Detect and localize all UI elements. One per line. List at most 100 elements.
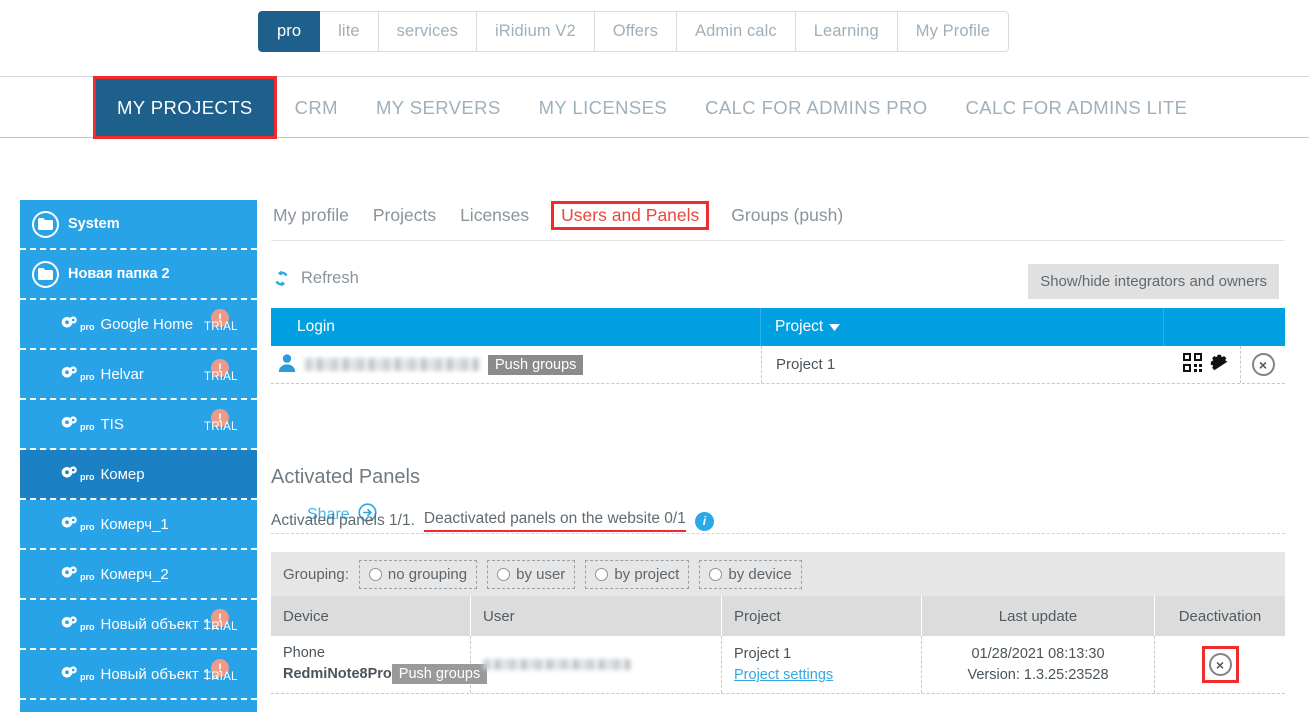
radio-by-user[interactable]: by user bbox=[487, 560, 575, 589]
sidebar-item-label: Комерч_2 bbox=[101, 566, 169, 583]
deactivate-highlight: × bbox=[1205, 649, 1236, 680]
trial-badge-label: TRIAL bbox=[204, 321, 238, 333]
nav-item-label: CALC FOR ADMINS PRO bbox=[705, 97, 927, 119]
sidebar-item-google-home[interactable]: pro Google Home ! TRIAL bbox=[20, 300, 257, 350]
trial-badge: ! TRIAL bbox=[204, 609, 248, 639]
panel-user-cell bbox=[471, 636, 722, 693]
sidebar-item-label: Google Home bbox=[101, 316, 194, 333]
sidebar-item-tis[interactable]: pro TIS ! TRIAL bbox=[20, 400, 257, 450]
nav-item-label: MY LICENSES bbox=[539, 97, 667, 119]
sidebar-item-komerch-2[interactable]: pro Комерч_2 bbox=[20, 550, 257, 600]
gear-pro-label: pro bbox=[80, 622, 95, 633]
panel-last-update-cell: 01/28/2021 08:13:30 Version: 1.3.25:2352… bbox=[922, 636, 1155, 693]
nav-item-my-servers[interactable]: MY SERVERS bbox=[357, 77, 520, 138]
close-icon: × bbox=[1259, 358, 1267, 372]
product-tab-lite[interactable]: lite bbox=[320, 11, 379, 52]
project-sidebar: System Новая папка 2 pro Google Home ! T… bbox=[20, 200, 257, 712]
user-actions-cell bbox=[1164, 346, 1240, 383]
push-groups-button[interactable]: Push groups bbox=[488, 355, 583, 375]
radio-no-grouping[interactable]: no grouping bbox=[359, 560, 477, 589]
sidebar-item-komer[interactable]: pro Комер bbox=[20, 450, 257, 500]
sidebar-item-label: Комер bbox=[101, 466, 145, 483]
product-tab-label: Offers bbox=[613, 22, 658, 41]
sidebar-item-novyy-obekt-13[interactable]: pro Новый объект 13 ! TRIAL bbox=[20, 650, 257, 700]
product-tab-admin-calc[interactable]: Admin calc bbox=[677, 11, 796, 52]
tab-projects[interactable]: Projects bbox=[371, 203, 438, 228]
refresh-button[interactable]: Refresh bbox=[271, 268, 359, 289]
panel-deactivation-cell: × bbox=[1155, 636, 1285, 693]
nav-item-calc-for-admins-lite[interactable]: CALC FOR ADMINS LITE bbox=[947, 77, 1207, 138]
sidebar-item-label: Новая папка 2 bbox=[68, 266, 170, 282]
device-name: RedmiNote8Pro bbox=[283, 666, 392, 682]
gear-pro-icon: pro bbox=[60, 316, 95, 333]
nav-item-label: MY PROJECTS bbox=[117, 97, 253, 119]
close-icon: × bbox=[1216, 658, 1224, 672]
product-tab-pro[interactable]: pro bbox=[258, 11, 320, 52]
last-update-timestamp: 01/28/2021 08:13:30 bbox=[971, 646, 1104, 662]
product-tab-iridium-v2[interactable]: iRidium V2 bbox=[477, 11, 595, 52]
sidebar-item-helvar[interactable]: pro Helvar ! TRIAL bbox=[20, 350, 257, 400]
gear-pro-label: pro bbox=[80, 572, 95, 583]
column-header-project[interactable]: Project bbox=[761, 308, 1164, 346]
product-tab-learning[interactable]: Learning bbox=[796, 11, 898, 52]
user-project-cell: Project 1 bbox=[761, 346, 1164, 383]
product-tab-my-profile[interactable]: My Profile bbox=[898, 11, 1009, 52]
product-tab-services[interactable]: services bbox=[379, 11, 477, 52]
tab-users-and-panels[interactable]: Users and Panels bbox=[551, 201, 709, 230]
folder-icon bbox=[32, 261, 59, 288]
sidebar-item-novaya-papka-2[interactable]: Новая папка 2 bbox=[20, 250, 257, 300]
radio-dot-icon bbox=[497, 568, 510, 581]
column-header-deactivation: Deactivation bbox=[1155, 596, 1285, 636]
push-groups-label: Push groups bbox=[399, 666, 480, 682]
version-label: Version: 1.3.25:23528 bbox=[967, 667, 1108, 683]
project-settings-link[interactable]: Project settings bbox=[734, 667, 921, 683]
info-icon[interactable]: i bbox=[695, 512, 714, 531]
remove-user-button[interactable]: × bbox=[1252, 353, 1275, 376]
product-tab-offers[interactable]: Offers bbox=[595, 11, 677, 52]
panels-summary-deactivated: Deactivated panels on the website 0/1 bbox=[424, 510, 686, 532]
tab-groups-push[interactable]: Groups (push) bbox=[729, 203, 845, 228]
product-tab-label: pro bbox=[277, 22, 301, 41]
panel-project-cell: Project 1 Project settings bbox=[722, 636, 922, 693]
nav-item-label: MY SERVERS bbox=[376, 97, 501, 119]
main-navigation: MY PROJECTS CRM MY SERVERS MY LICENSES C… bbox=[0, 76, 1309, 138]
project-name: Project 1 bbox=[734, 646, 921, 662]
tab-licenses[interactable]: Licenses bbox=[458, 203, 531, 228]
sidebar-item-label: Helvar bbox=[101, 366, 144, 383]
trial-badge: ! TRIAL bbox=[204, 309, 248, 339]
chevron-down-icon bbox=[829, 318, 840, 336]
nav-item-my-projects[interactable]: MY PROJECTS bbox=[94, 77, 276, 138]
tab-label: Licenses bbox=[460, 205, 529, 225]
column-header-label: Last update bbox=[999, 608, 1077, 625]
sidebar-item-system[interactable]: System bbox=[20, 200, 257, 250]
deactivate-panel-button[interactable]: × bbox=[1209, 653, 1232, 676]
nav-item-label: CALC FOR ADMINS LITE bbox=[966, 97, 1188, 119]
gear-pro-icon: pro bbox=[60, 666, 95, 683]
activated-panels-summary: Activated panels 1/1. Deactivated panels… bbox=[271, 510, 714, 532]
radio-dot-icon bbox=[595, 568, 608, 581]
qr-code-icon[interactable] bbox=[1183, 353, 1202, 376]
column-header-project: Project bbox=[722, 596, 922, 636]
nav-item-my-licenses[interactable]: MY LICENSES bbox=[520, 77, 686, 138]
content-area: My profile Projects Licenses Users and P… bbox=[271, 196, 1291, 234]
tab-label: My profile bbox=[273, 205, 349, 225]
show-hide-integrators-button[interactable]: Show/hide integrators and owners bbox=[1028, 264, 1279, 299]
column-header-device: Device bbox=[271, 596, 471, 636]
gear-icon[interactable] bbox=[1209, 352, 1230, 377]
product-tab-label: Learning bbox=[814, 22, 879, 41]
column-header-label: User bbox=[483, 608, 515, 625]
radio-dot-icon bbox=[369, 568, 382, 581]
push-groups-label: Push groups bbox=[495, 357, 576, 373]
tab-my-profile[interactable]: My profile bbox=[271, 203, 351, 228]
product-tabs: pro lite services iRidium V2 Offers Admi… bbox=[258, 11, 1009, 52]
radio-by-device[interactable]: by device bbox=[699, 560, 801, 589]
nav-item-crm[interactable]: CRM bbox=[276, 77, 357, 138]
sidebar-item-novyy-obekt-12[interactable]: pro Новый объект 12 ! TRIAL bbox=[20, 600, 257, 650]
trial-badge-label: TRIAL bbox=[204, 421, 238, 433]
grouping-label: Grouping: bbox=[283, 566, 349, 583]
sidebar-item-komerch-1[interactable]: pro Комерч_1 bbox=[20, 500, 257, 550]
refresh-label: Refresh bbox=[301, 269, 359, 288]
product-tab-label: My Profile bbox=[916, 22, 990, 41]
radio-by-project[interactable]: by project bbox=[585, 560, 689, 589]
nav-item-calc-for-admins-pro[interactable]: CALC FOR ADMINS PRO bbox=[686, 77, 946, 138]
